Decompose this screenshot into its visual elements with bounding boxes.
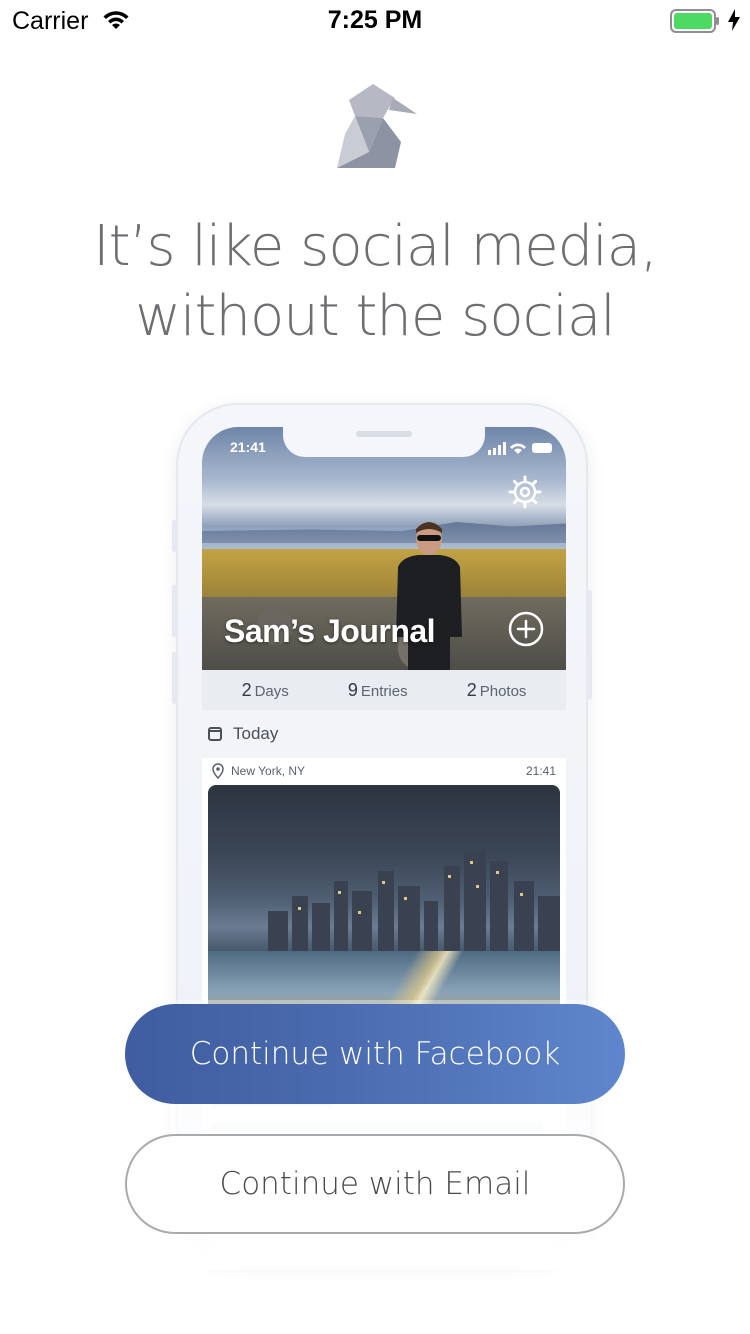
journal-stats-bar: 2 Days 9 Entries 2 Photos xyxy=(202,670,566,710)
stat-label: Entries xyxy=(360,682,408,700)
status-time: 7:25 PM xyxy=(327,6,423,34)
location-pin-icon xyxy=(212,763,224,779)
stat-value: 9 xyxy=(347,679,358,700)
phone-speaker xyxy=(356,431,412,437)
add-entry-icon[interactable] xyxy=(508,611,544,647)
section-header-today: Today xyxy=(202,710,566,758)
phone-side-button xyxy=(172,585,177,637)
journal-hero-photo: 21:41 Sam’s Journal xyxy=(202,427,566,670)
entry-time: 21:41 xyxy=(525,764,556,778)
tagline-line-2: without the social xyxy=(135,284,616,349)
section-label: Today xyxy=(233,724,279,743)
charging-bolt-icon xyxy=(728,9,740,31)
stat-value: 2 xyxy=(241,679,252,700)
stat-photos: 2 Photos xyxy=(467,680,527,701)
entry-photo-city-night[interactable] xyxy=(208,785,560,1021)
mockup-signal-wifi-battery-icon xyxy=(488,442,552,455)
phone-side-button xyxy=(587,590,592,700)
tagline: It’s like social media, without the soci… xyxy=(0,212,750,352)
journal-title: Sam’s Journal xyxy=(224,613,436,649)
calendar-icon xyxy=(208,727,222,741)
stat-entries: 9 Entries xyxy=(348,680,408,701)
city-skyline xyxy=(268,851,560,961)
origami-bird-icon xyxy=(337,84,417,168)
battery-icon xyxy=(670,9,719,33)
phone-side-button xyxy=(172,520,177,552)
stat-label: Days xyxy=(254,682,289,700)
mockup-status-time: 21:41 xyxy=(230,439,266,455)
stat-value: 2 xyxy=(466,679,477,700)
tagline-line-1: It’s like social media, xyxy=(93,214,658,279)
stat-label: Photos xyxy=(479,682,527,700)
continue-with-email-button[interactable]: Continue with Email xyxy=(125,1134,625,1234)
entry-header: New York, NY 21:41 xyxy=(202,758,566,784)
continue-with-facebook-button[interactable]: Continue with Facebook xyxy=(125,1004,625,1104)
status-bar: Carrier 7:25 PM xyxy=(0,0,750,40)
entry-location: New York, NY xyxy=(231,764,306,778)
settings-gear-icon[interactable] xyxy=(508,475,542,509)
phone-side-button xyxy=(172,652,177,704)
stat-days: 2 Days xyxy=(242,680,289,701)
